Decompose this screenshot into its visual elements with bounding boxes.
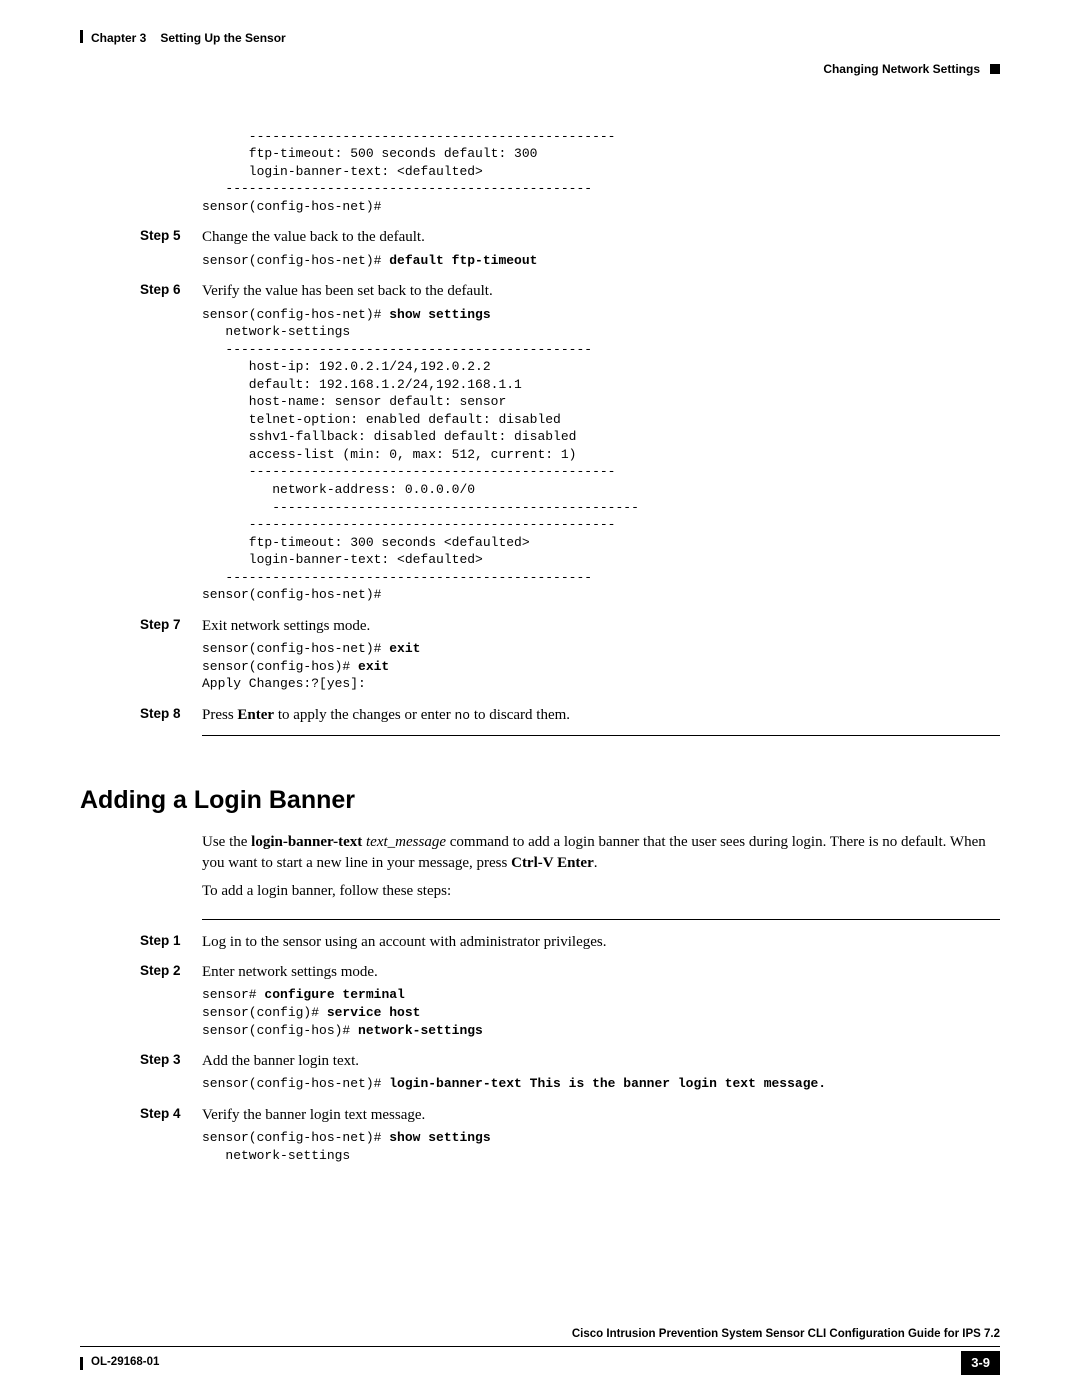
footer-guide-title: Cisco Intrusion Prevention System Sensor…: [80, 1327, 1000, 1348]
step5-label: Step 5: [140, 227, 202, 245]
chapter-label: Chapter 3: [91, 30, 146, 46]
step2b-label: Step 2: [140, 962, 202, 980]
step6-label: Step 6: [140, 281, 202, 299]
step6-text: Verify the value has been set back to th…: [202, 281, 1000, 301]
section-heading: Adding a Login Banner: [80, 784, 1000, 818]
header-square-icon: [990, 64, 1000, 74]
step1b-text: Log in to the sensor using an account wi…: [202, 932, 1000, 952]
page-header: Chapter 3 Setting Up the Sensor Changing…: [80, 30, 1000, 80]
step1b-label: Step 1: [140, 932, 202, 950]
header-bar-icon: [80, 30, 83, 43]
steps-divider: [202, 919, 1000, 920]
step2b-text: Enter network settings mode.: [202, 962, 1000, 982]
step7-command: sensor(config-hos-net)# exit sensor(conf…: [202, 640, 1000, 693]
step8-text: Press Enter to apply the changes or ente…: [202, 705, 1000, 725]
step2b-command: sensor# configure terminal sensor(config…: [202, 986, 1000, 1039]
page-footer: Cisco Intrusion Prevention System Sensor…: [80, 1327, 1000, 1375]
footer-bar-icon: [80, 1357, 83, 1370]
step3b-command: sensor(config-hos-net)# login-banner-tex…: [202, 1075, 1000, 1093]
step4b-label: Step 4: [140, 1105, 202, 1123]
step8-label: Step 8: [140, 705, 202, 723]
step7-text: Exit network settings mode.: [202, 616, 1000, 636]
step3b-label: Step 3: [140, 1051, 202, 1069]
step5-command: sensor(config-hos-net)# default ftp-time…: [202, 252, 1000, 270]
step4b-command: sensor(config-hos-net)# show settings ne…: [202, 1129, 1000, 1164]
page-number: 3-9: [961, 1351, 1000, 1375]
footer-doc-id: OL-29168-01: [91, 1355, 159, 1371]
section-divider: [202, 735, 1000, 736]
step6-command: sensor(config-hos-net)# show settings ne…: [202, 306, 1000, 604]
step5-text: Change the value back to the default.: [202, 227, 1000, 247]
step7-label: Step 7: [140, 616, 202, 634]
step3b-text: Add the banner login text.: [202, 1051, 1000, 1071]
step4b-text: Verify the banner login text message.: [202, 1105, 1000, 1125]
code-output-initial: ----------------------------------------…: [202, 128, 1000, 216]
section-right: Changing Network Settings: [823, 61, 980, 77]
chapter-title: Setting Up the Sensor: [160, 30, 285, 46]
section-intro: Use the login-banner-text text_message c…: [202, 832, 1000, 903]
